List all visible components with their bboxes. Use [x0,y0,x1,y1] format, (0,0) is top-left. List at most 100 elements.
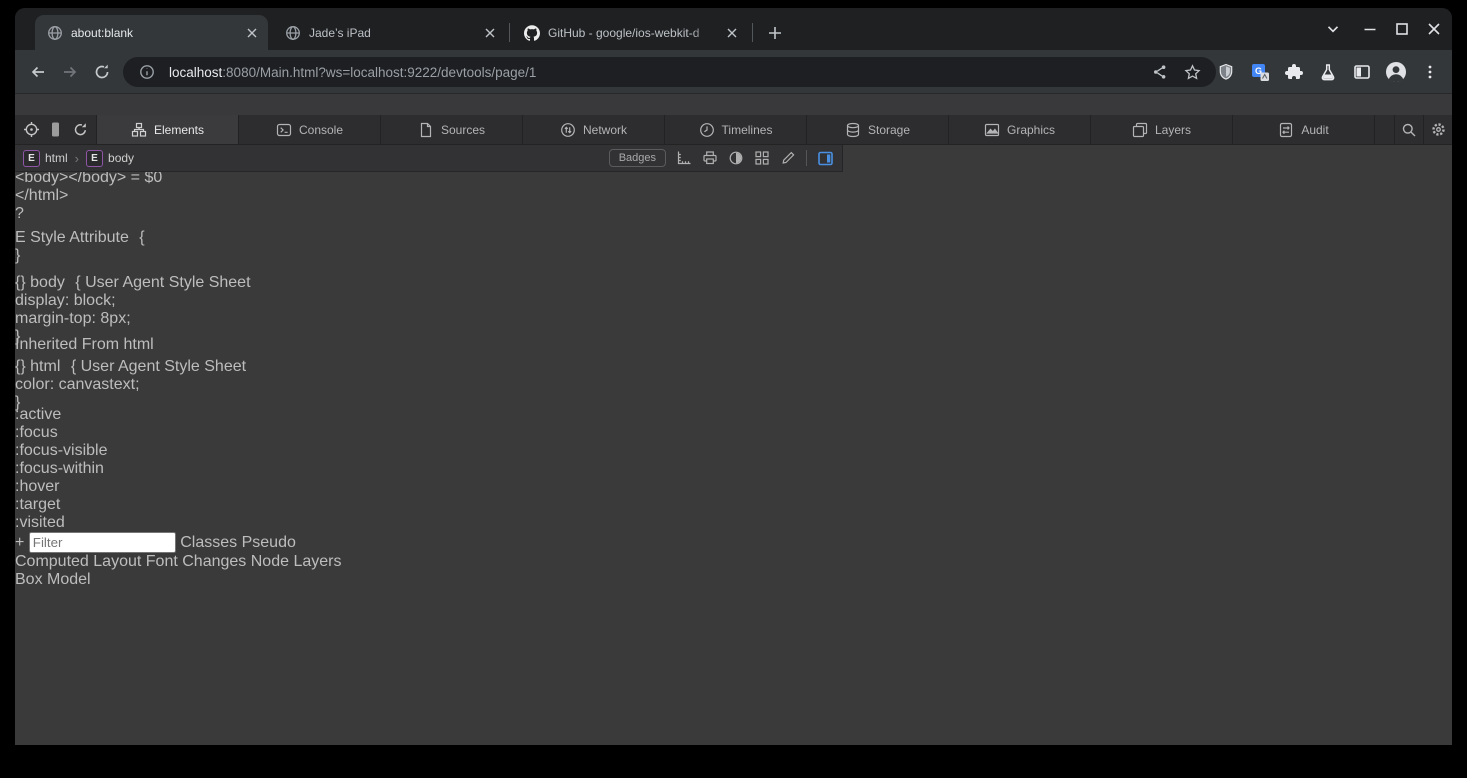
badges-button[interactable]: Badges [609,149,666,167]
browser-window: about:blank Jade’s iPad GitHub - google/… [15,8,1452,745]
toolbar-divider [806,150,807,166]
browser-tab-jades-ipad[interactable]: Jade’s iPad [273,15,506,50]
tab-changes[interactable]: Changes [182,553,246,570]
html-rule[interactable]: {} html { User Agent Style Sheet color: … [15,354,1452,406]
tab-label: Elements [154,123,204,137]
extensions-puzzle-icon[interactable] [1280,58,1308,86]
pseudo-checkbox-focus-within[interactable]: :focus-within [15,460,1452,478]
css-property[interactable]: color: canvastext; [15,376,1452,394]
help-button[interactable]: ? [15,205,1452,223]
menu-kebab-icon[interactable] [1416,58,1444,86]
info-icon[interactable] [135,60,159,84]
style-attribute-rule[interactable]: E Style Attribute { } [15,223,1452,270]
pseudo-checkbox-target[interactable]: :target [15,496,1452,514]
breadcrumb-item-html[interactable]: html [45,151,68,165]
reload-icon[interactable] [88,58,116,86]
side-panel-icon[interactable] [1348,58,1376,86]
page-reload-icon[interactable] [72,121,89,138]
breadcrumb-separator: › [75,151,79,166]
translate-extension-icon[interactable]: G [1246,58,1274,86]
user-agent-stylesheet-label: User Agent Style Sheet [81,358,246,375]
tab-sources[interactable]: Sources [381,115,523,144]
close-icon[interactable] [724,25,740,41]
tab-storage[interactable]: Storage [807,115,949,144]
contrast-icon[interactable] [728,150,744,166]
tab-network[interactable]: Network [523,115,665,144]
styles-filter-input[interactable] [29,532,176,553]
tab-audit[interactable]: Audit [1233,115,1375,144]
page-top-band [15,93,1452,115]
rule-badge-icon: {} [15,358,26,375]
network-icon [560,122,576,138]
flask-extension-icon[interactable] [1314,58,1342,86]
tab-label: Storage [868,123,910,137]
back-icon[interactable] [24,58,52,86]
sidebar-toggle-icon[interactable] [817,150,834,167]
add-rule-button[interactable]: + [15,534,24,551]
inherited-html-link[interactable]: html [124,336,154,353]
tab-label: Layers [1155,123,1191,137]
minimize-icon[interactable] [1358,17,1382,41]
maximize-icon[interactable] [1390,17,1414,41]
close-window-icon[interactable] [1422,17,1446,41]
tab-console[interactable]: Console [239,115,381,144]
tab-timelines[interactable]: Timelines [665,115,807,144]
css-property[interactable]: margin-top: 8px; [15,310,1452,328]
pseudo-checkbox-focus[interactable]: :focus [15,424,1452,442]
breadcrumb-item-body[interactable]: body [108,151,134,165]
tab-label: Network [583,123,627,137]
tab-graphics[interactable]: Graphics [949,115,1091,144]
tab-bar-spacer [1375,115,1394,144]
close-icon[interactable] [482,25,498,41]
pseudo-checkbox-visited[interactable]: :visited [15,514,1452,532]
storage-icon [845,122,861,138]
shield-extension-icon[interactable] [1212,58,1240,86]
search-icon[interactable] [1394,115,1423,144]
inherited-from-header: Inherited From html [15,336,1452,354]
browser-tab-github[interactable]: GitHub - google/ios-webkit-d [512,15,748,50]
print-icon[interactable] [702,150,718,166]
ruler-icon[interactable] [676,150,692,166]
browser-tab-about-blank[interactable]: about:blank [35,15,268,50]
edit-pen-icon[interactable] [780,150,796,166]
pseudo-checkbox-focus-visible[interactable]: :focus-visible [15,442,1452,460]
styles-panel: E Style Attribute { } {} body { User Age… [15,223,1452,553]
layers-icon [1132,122,1148,138]
tab-layers[interactable]: Layers [1091,115,1233,144]
device-icon[interactable] [47,121,64,138]
pseudo-checkbox-hover[interactable]: :hover [15,478,1452,496]
box-model-position[interactable] [15,589,263,745]
classes-button[interactable]: Classes [180,534,237,551]
box-model-header[interactable]: Box Model [15,571,1452,589]
pseudo-button[interactable]: Pseudo [242,534,296,551]
profile-avatar[interactable] [1382,58,1410,86]
bookmark-star-icon[interactable] [1180,60,1204,84]
url-text: localhost:8080/Main.html?ws=localhost:92… [169,65,1148,80]
pseudo-checkbox-active[interactable]: :active [15,406,1452,424]
tab-search-chevron-down-icon[interactable] [1321,17,1345,41]
tab-elements[interactable]: Elements [97,115,239,144]
tab-strip: about:blank Jade’s iPad GitHub - google/… [15,8,1452,50]
tab-title: GitHub - google/ios-webkit-d [548,26,716,40]
body-rule[interactable]: {} body { User Agent Style Sheet display… [15,270,1452,336]
tab-node[interactable]: Node [251,553,289,570]
gear-icon[interactable] [1423,115,1452,144]
forward-icon[interactable] [56,58,84,86]
tab-layout[interactable]: Layout [93,553,141,570]
share-icon[interactable] [1148,60,1172,84]
tab-computed[interactable]: Computed [15,553,89,570]
new-tab-button[interactable] [762,20,788,46]
tab-label: Console [299,123,343,137]
inspector-tab-bar: Elements Console Sources Network [15,115,1452,145]
css-property[interactable]: display: block; [15,292,1452,310]
web-inspector: Elements Console Sources Network [15,115,1452,745]
inspect-crosshair-icon[interactable] [23,121,40,138]
tab-font[interactable]: Font [146,553,178,570]
url-bar[interactable]: localhost:8080/Main.html?ws=localhost:92… [123,57,1216,87]
dom-node-html-close[interactable]: </html> [15,187,1452,205]
close-icon[interactable] [244,25,260,41]
elements-icon [131,122,147,138]
tab-layers[interactable]: Layers [293,553,341,570]
dom-toolbar: Badges [609,149,834,167]
grid-overlay-icon[interactable] [754,150,770,166]
